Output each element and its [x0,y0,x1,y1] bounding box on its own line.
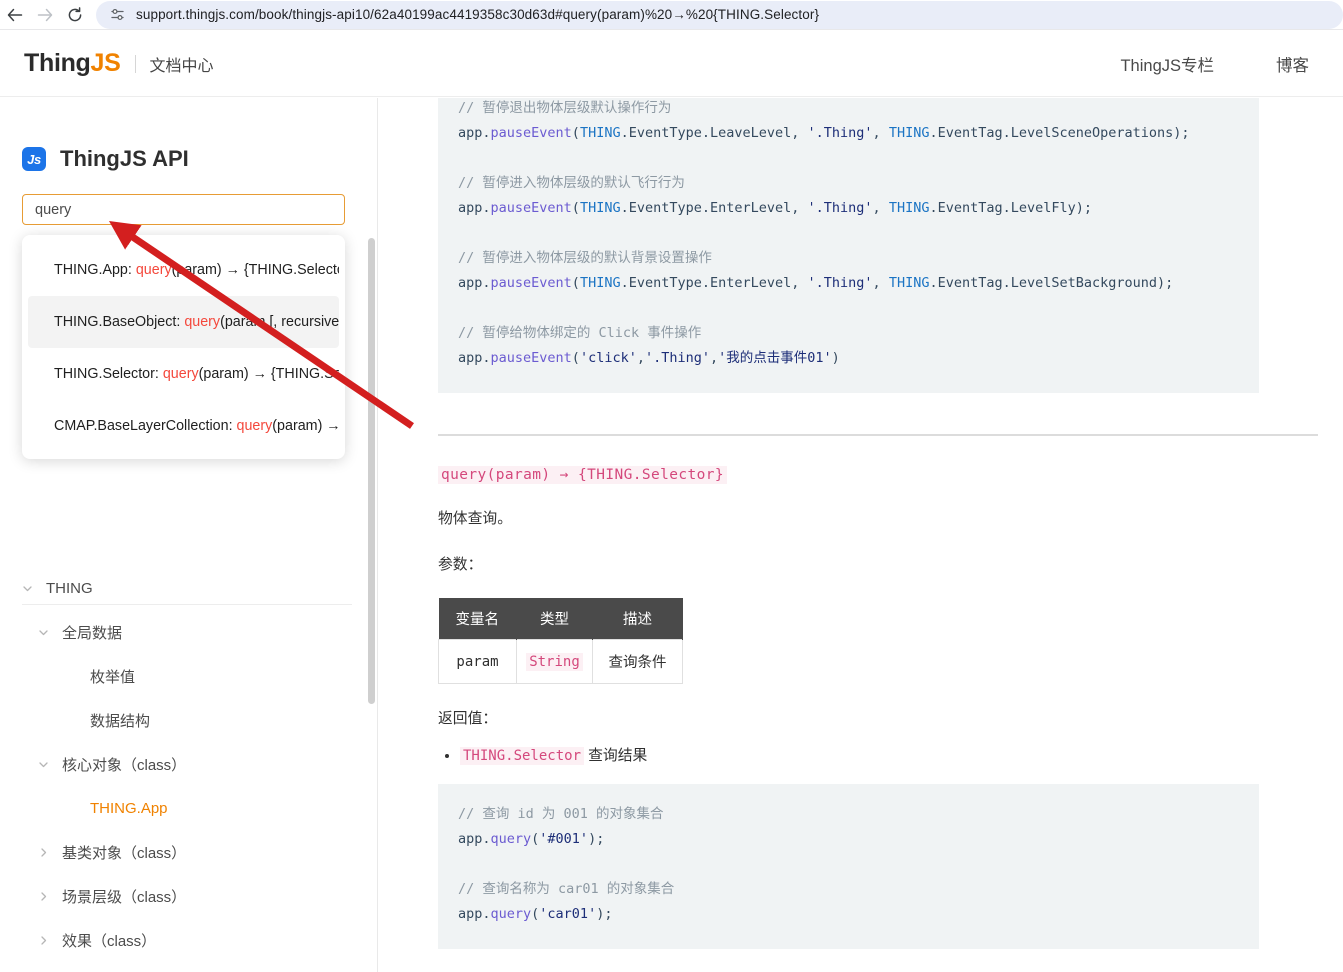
nav-link-thingjs-column[interactable]: ThingJS专栏 [1120,52,1214,76]
back-arrow-icon [7,8,23,21]
suggestion-match: query [135,262,172,278]
param-type-cell: String [516,639,593,685]
tree-item-leaf[interactable]: THING.App [0,786,377,830]
reload-icon [68,6,82,21]
address-bar[interactable]: support.thingjs.com/book/thingjs-api10/6… [96,0,1343,29]
top-code-block-wrap: // 暂停退出物体层级默认操作行为 app.pauseEvent(THING.E… [379,98,1343,393]
suggestion-match: query [236,418,273,434]
params-table: 变量名 类型 描述 param String 查询条件 [438,598,683,685]
search-suggestions-dropdown[interactable]: THING.App: query(param) → {THING.Selecto… [22,235,345,459]
suggestion-item[interactable]: CMAP.BaseLayerCollection: query(param) → [28,400,339,452]
returns-label: 返回值： [438,711,498,728]
tree-item-label: 场景层级（class） [62,888,187,906]
site-settings-tune-icon[interactable] [106,4,128,26]
suggestion-prefix: THING.App: [54,262,136,278]
tree-item-label: 核心对象（class） [62,756,187,774]
doc-body: query(param) → {THING.Selector} 物体查询。 参数… [438,466,1318,814]
brand[interactable]: ThingJS 文档中心 [24,49,214,78]
tree-item-group[interactable]: 场景层级（class） [0,874,377,918]
code-block-query-examples: // 查询 id 为 001 的对象集合 app.query('#001'); … [438,784,1259,949]
brand-subtitle: 文档中心 [149,57,214,75]
content-divider [438,434,1318,436]
suggestion-suffix: (param) → [272,418,339,434]
chevron-down-icon[interactable] [22,583,38,594]
params-col-desc: 描述 [592,598,683,640]
tree-item-label: 全局数据 [62,624,123,642]
tree-item-group[interactable]: 核心对象（class） [0,742,377,786]
thingjs-logo: ThingJS [24,49,121,78]
js-badge-icon: Js [22,147,46,171]
site-header: ThingJS 文档中心 ThingJS专栏 博客 [0,31,1343,97]
code-block-pause-events: // 暂停退出物体层级默认操作行为 app.pauseEvent(THING.E… [438,98,1259,393]
suggestion-prefix: THING.BaseObject: [54,314,185,330]
param-name-cell: param [438,639,517,685]
tree-item-group[interactable]: 效果（class） [0,918,377,962]
returns-list: THING.Selector 查询结果 [460,745,1318,769]
sidebar-scrollbar[interactable] [368,238,375,704]
suggestion-match: query [184,314,221,330]
param-type-code: String [526,652,583,671]
method-signature: query(param) → {THING.Selector} [438,466,728,484]
tree-item-group[interactable]: 全局数据 [0,610,377,654]
forward-arrow-icon [37,8,53,21]
page-title: ThingJS API [60,146,189,171]
tree-item-leaf[interactable]: 数据结构 [0,698,377,742]
tree-item-group[interactable]: 基类对象（class） [0,830,377,874]
tree-item-leaf[interactable]: 枚举值 [0,654,377,698]
suggestion-suffix: (param) → {THING.Sel [198,366,339,382]
tree-item-label: 基类对象（class） [62,844,187,862]
chevron-right-icon[interactable] [38,891,54,902]
logo-js-text: JS [90,49,121,77]
tree-item-label: 枚举值 [90,668,136,686]
chevron-down-icon[interactable] [38,627,54,638]
tree-item-label: 数据结构 [90,712,151,730]
tree-item-group[interactable]: 查询（class） [0,962,377,972]
suggestion-item[interactable]: THING.BaseObject: query(param [, recursi… [28,296,339,348]
chevron-right-icon[interactable] [38,847,54,858]
url-text: support.thingjs.com/book/thingjs-api10/6… [136,7,820,22]
back-button[interactable] [0,0,30,30]
main-content: // 暂停退出物体层级默认操作行为 app.pauseEvent(THING.E… [379,98,1343,972]
table-row: param String 查询条件 [438,639,683,685]
method-description: 物体查询。 [438,511,512,527]
header-nav: ThingJS专栏 博客 [1058,52,1309,76]
chevron-right-icon[interactable] [38,935,54,946]
tree-item-label: THING [46,579,93,597]
params-label: 参数： [438,557,483,574]
list-item: THING.Selector 查询结果 [460,745,1318,769]
search-wrap [22,194,345,225]
suggestion-prefix: CMAP.BaseLayerCollection: [54,418,237,434]
params-col-name: 变量名 [438,598,517,640]
chevron-down-icon[interactable] [38,759,54,770]
search-input[interactable] [22,194,345,225]
tree-item-label: THING.App [90,799,168,817]
return-type-code: THING.Selector [460,746,585,765]
tree-item-group[interactable]: THING [0,566,377,610]
suggestion-item[interactable]: THING.App: query(param) → {THING.Selecto [28,244,339,296]
suggestion-prefix: THING.Selector: [54,366,163,382]
suggestion-item[interactable]: THING.Selector: query(param) → {THING.Se… [28,348,339,400]
brand-divider [134,54,136,73]
logo-thing-text: Thing [24,49,91,77]
api-tree: THING 全局数据枚举值数据结构核心对象（class） THING.App 基类对象… [0,566,377,972]
suggestion-suffix: (param [, recursive] [220,314,339,330]
suggestion-suffix: (param) → {THING.Selecto [171,262,339,278]
browser-toolbar: support.thingjs.com/book/thingjs-api10/6… [0,0,1343,30]
return-type-text: 查询结果 [584,747,648,764]
suggestion-match: query [162,366,199,382]
param-desc-cell: 查询条件 [592,639,683,685]
sidebar: Js ThingJS API THING 全局数据枚举值数据结构核心对象（clas… [0,98,378,972]
params-col-type: 类型 [516,598,593,640]
bottom-code-block-wrap: // 查询 id 为 001 的对象集合 app.query('#001'); … [379,784,1343,949]
params-table-header-row: 变量名 类型 描述 [438,598,683,640]
reload-button[interactable] [60,0,90,30]
nav-link-blog[interactable]: 博客 [1276,52,1309,76]
api-title-row: Js ThingJS API [22,146,377,172]
tree-item-label: 效果（class） [62,932,157,950]
forward-button[interactable] [30,0,60,30]
